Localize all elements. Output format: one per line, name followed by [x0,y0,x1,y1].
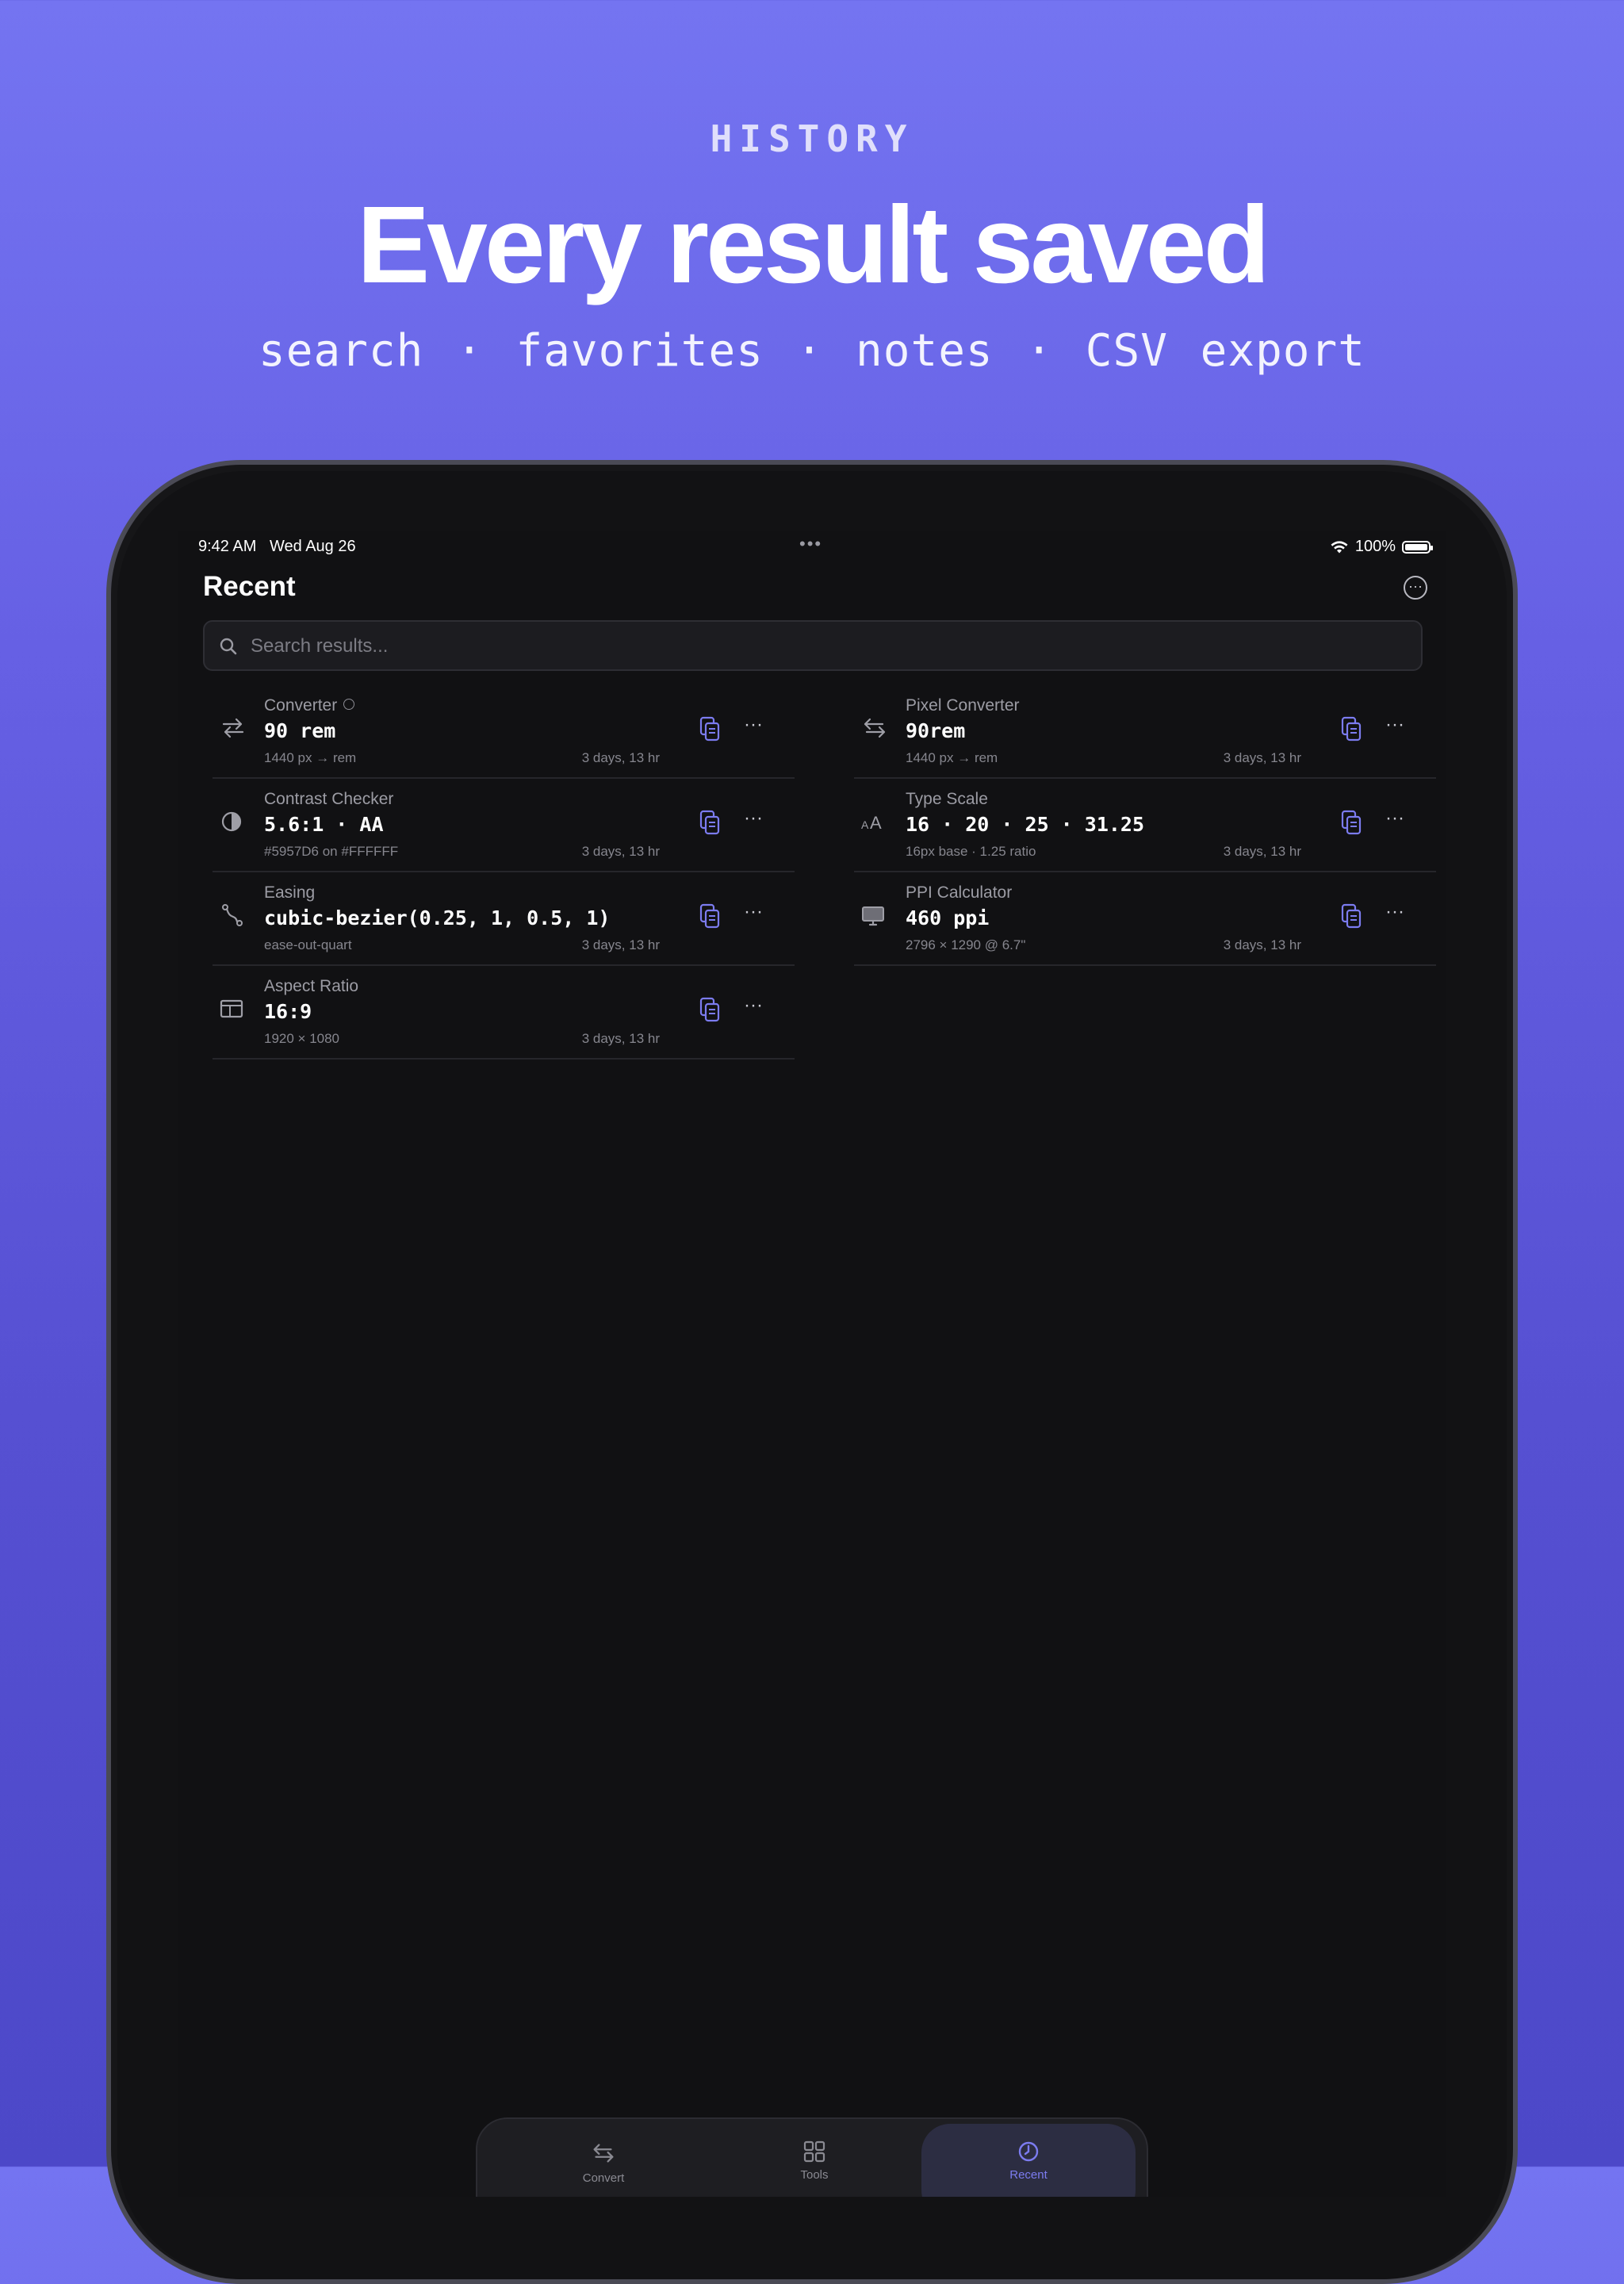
row-more-icon[interactable]: ··· [744,994,763,1017]
subline: search · favorites · notes · CSV export [259,325,1365,377]
result-value: 90 rem [264,719,336,742]
tab-label: Convert [582,2171,625,2185]
arrows-swap-icon [864,718,886,738]
headline: Every result saved [357,184,1270,306]
ellipsis-circle-icon[interactable]: ··· [1404,576,1427,600]
tab-label: Tools [800,2168,829,2182]
tab-convert[interactable]: Convert [496,2124,710,2197]
aspect-ratio-icon [220,999,243,1018]
result-time: 3 days, 13 hr [581,844,660,859]
favorite-icon [343,699,355,711]
result-tool-name: Easing [264,883,316,902]
status-time: 9:42 AM [198,538,257,555]
result-detail: 16px base · 1.25 ratio [906,844,1036,859]
grid-icon [803,2140,825,2163]
search-field[interactable] [203,620,1423,671]
bezier-curve-icon [222,904,243,926]
svg-text:A: A [861,818,869,831]
results-column-left: Converter 90 rem 1440 px → rem 3 days, 1… [213,685,795,1060]
result-detail: 1440 px → rem [264,750,357,765]
result-row[interactable]: PPI Calculator 460 ppi 2796 × 1290 @ 6.7… [854,872,1436,966]
arrows-swap-icon [593,2144,614,2163]
result-tool-name: Aspect Ratio [264,977,359,995]
tab-tools[interactable]: Tools [707,2124,921,2197]
result-time: 3 days, 13 hr [581,750,660,765]
contrast-icon [221,811,242,832]
type-scale-icon: A A [861,813,882,833]
result-detail: #5957D6 on #FFFFFF [264,844,399,859]
copy-icon[interactable] [1339,809,1363,836]
page-title: Recent [203,571,296,602]
result-value: 460 ppi [906,906,990,929]
result-time: 3 days, 13 hr [581,937,660,952]
tab-bar: Convert Tools Recent [476,2117,1148,2197]
eyebrow-label: HISTORY [710,117,914,160]
search-input[interactable] [249,630,1362,663]
status-date: Wed Aug 26 [270,538,356,555]
clock-icon [1018,2141,1039,2162]
result-row[interactable]: Contrast Checker 5.6:1 · AA #5957D6 on #… [213,779,795,872]
status-right: 100% [1330,538,1433,556]
row-more-icon[interactable]: ··· [744,807,763,830]
result-time: 3 days, 13 hr [581,1031,660,1046]
result-detail: 1440 px → rem [906,750,998,765]
row-more-icon[interactable]: ··· [744,714,763,736]
copy-icon[interactable] [1339,715,1363,742]
result-detail: ease-out-quart [264,937,352,952]
result-tool-name: Type Scale [906,790,988,808]
battery-percent: 100% [1354,538,1396,555]
result-time: 3 days, 13 hr [1223,937,1301,952]
wifi-icon [1331,540,1348,553]
result-detail: 2796 × 1290 @ 6.7" [906,937,1026,952]
arrows-swap-icon [222,718,244,738]
row-more-icon[interactable]: ··· [744,901,763,923]
copy-icon[interactable] [698,715,722,742]
multitasking-dots-icon[interactable]: ••• [799,535,822,553]
app-screen: 9:42 AM Wed Aug 26 ••• 100% Recent ··· C… [178,531,1446,2197]
result-tool-name: Converter [264,696,355,715]
copy-icon[interactable] [698,809,722,836]
result-value: 16 · 20 · 25 · 31.25 [906,813,1145,836]
result-tool-name: PPI Calculator [906,883,1013,902]
copy-icon[interactable] [1339,902,1363,929]
status-bar: 9:42 AM Wed Aug 26 ••• 100% [178,531,1446,563]
result-row[interactable]: Converter 90 rem 1440 px → rem 3 days, 1… [213,685,795,779]
result-tool-name: Pixel Converter [906,696,1020,715]
result-row[interactable]: Easing cubic-bezier(0.25, 1, 0.5, 1) eas… [213,872,795,966]
result-row[interactable]: Aspect Ratio 16:9 1920 × 1080 3 days, 13… [213,966,795,1060]
copy-icon[interactable] [698,996,722,1023]
row-more-icon[interactable]: ··· [1385,807,1404,830]
row-more-icon[interactable]: ··· [1385,714,1404,736]
result-detail: 1920 × 1080 [264,1031,340,1046]
tab-label: Recent [1009,2168,1048,2182]
tab-recent[interactable]: Recent [921,2124,1136,2197]
results-column-right: Pixel Converter 90rem 1440 px → rem 3 da… [854,685,1436,966]
display-icon [862,906,884,926]
copy-icon[interactable] [698,902,722,929]
result-value: cubic-bezier(0.25, 1, 0.5, 1) [264,906,611,929]
result-row[interactable]: A A Type Scale 16 · 20 · 25 · 31.25 16px… [854,779,1436,872]
result-value: 90rem [906,719,966,742]
result-time: 3 days, 13 hr [1223,750,1301,765]
result-time: 3 days, 13 hr [1223,844,1301,859]
result-tool-name: Contrast Checker [264,790,394,808]
row-more-icon[interactable]: ··· [1385,901,1404,923]
svg-text:A: A [870,813,882,833]
search-icon [220,638,237,655]
result-value: 16:9 [264,1000,312,1023]
result-row[interactable]: Pixel Converter 90rem 1440 px → rem 3 da… [854,685,1436,779]
battery-icon [1402,540,1433,554]
result-value: 5.6:1 · AA [264,813,384,836]
